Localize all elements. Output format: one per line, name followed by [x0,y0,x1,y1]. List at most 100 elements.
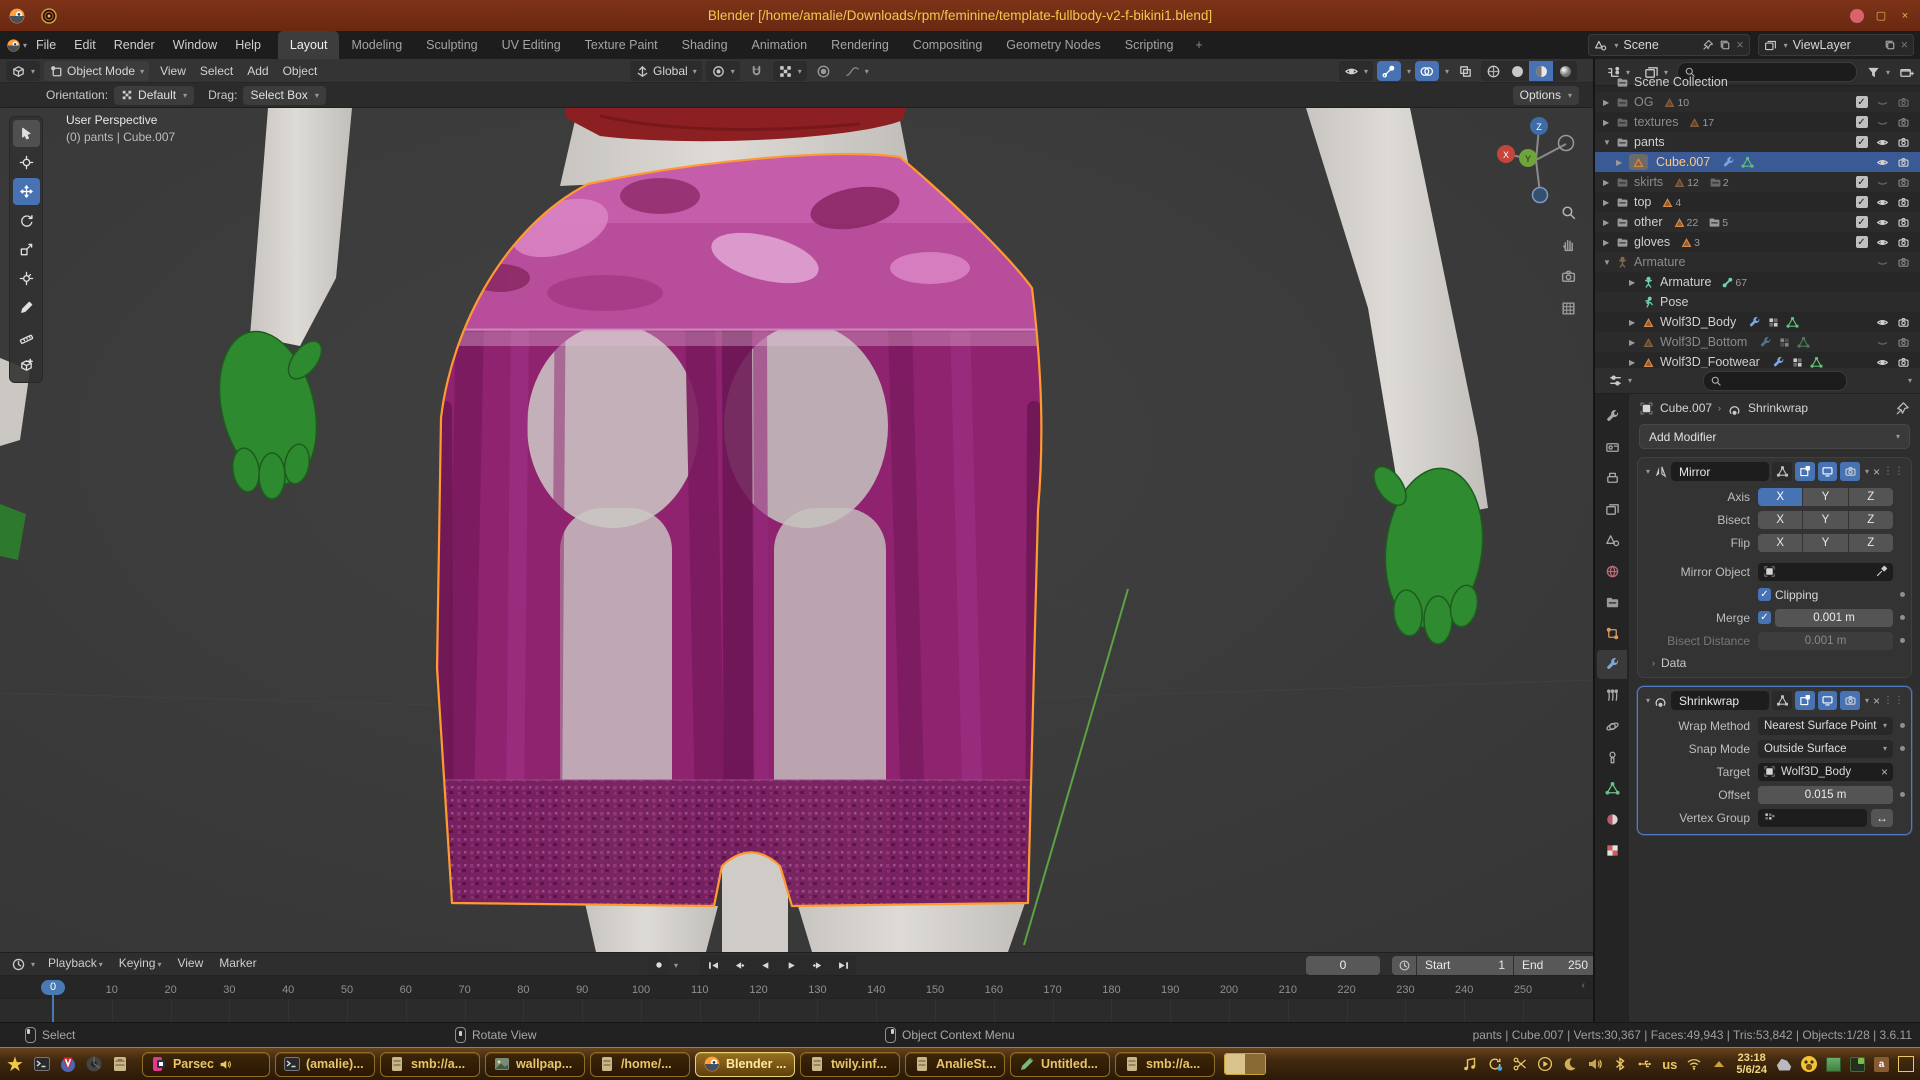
tool-measure[interactable] [13,323,40,350]
proportional-falloff-dropdown[interactable]: ▾ [840,61,874,81]
start-frame-field[interactable]: Start 1 [1417,956,1513,975]
properties-tab-particles[interactable] [1597,681,1627,710]
viewport-menu-add[interactable]: Add [240,59,275,83]
shading-rendered-button[interactable] [1553,61,1577,81]
pan-icon[interactable] [1560,236,1577,253]
frame-tick-150[interactable]: 150 [920,984,950,996]
flip-y-button[interactable]: Y [1803,534,1847,552]
tool-scale[interactable] [13,236,40,263]
prev-key-button[interactable] [726,955,752,975]
offset-field[interactable]: 0.015 m [1758,786,1893,804]
eye-icon[interactable] [1876,316,1889,329]
options-button[interactable]: Options ▾ [1513,86,1579,105]
tray-expand-icon[interactable] [1711,1056,1727,1072]
properties-tab-collection[interactable] [1597,588,1627,617]
outliner-row-pose[interactable]: Pose [1595,292,1920,312]
camera-icon[interactable] [1897,116,1910,129]
auto-key-button[interactable] [648,955,670,975]
jump-end-button[interactable] [830,955,856,975]
chevron-down-icon[interactable]: ▾ [1407,67,1411,76]
menu-render[interactable]: Render [105,31,164,59]
animate-dot-icon[interactable] [1900,746,1905,751]
camera-icon[interactable] [1897,156,1910,169]
tab-uv-editing[interactable]: UV Editing [490,31,573,59]
gizmos-toggle[interactable] [1377,61,1401,81]
camera-icon[interactable] [1897,356,1910,369]
disclosure-right-icon[interactable]: ▶ [1629,278,1642,287]
breadcrumb-modifier[interactable]: Shrinkwrap [1748,401,1808,415]
new-collection-icon[interactable] [1899,65,1914,80]
modifier-extras-icon[interactable]: ▾ [1865,467,1869,476]
frame-tick-230[interactable]: 230 [1390,984,1420,996]
axis-x-button[interactable]: X [1758,488,1802,506]
exclude-checkbox[interactable]: ✓ [1856,196,1868,208]
camera-view-icon[interactable] [1560,268,1577,285]
eye-icon[interactable] [1876,196,1889,209]
navigation-gizmo[interactable]: Z X Y [1492,110,1578,210]
frame-tick-100[interactable]: 100 [626,984,656,996]
outliner-row-armature[interactable]: ▼Armature [1595,252,1920,272]
frame-tick-200[interactable]: 200 [1214,984,1244,996]
flip-z-button[interactable]: Z [1849,534,1893,552]
tray-desktop-icon[interactable] [1898,1056,1914,1072]
tray-music-icon[interactable] [1462,1056,1478,1072]
outliner-row-gloves[interactable]: ▶gloves3✓ [1595,232,1920,252]
properties-editor-type-button[interactable]: ▾ [1603,371,1637,391]
camera-icon[interactable] [1897,136,1910,149]
new-scene-icon[interactable] [1719,39,1731,51]
jump-start-button[interactable] [700,955,726,975]
remove-view-layer-icon[interactable]: × [1901,38,1908,52]
timeline-ruler[interactable]: 0102030405060708090100110120130140150160… [0,976,1593,998]
frame-tick-10[interactable]: 10 [97,984,127,996]
eye-icon[interactable] [1876,236,1889,249]
snap-toggle[interactable] [744,61,769,81]
properties-tab-output[interactable] [1597,464,1627,493]
show-on-cage-toggle[interactable] [1772,462,1792,481]
viewport-menu-object[interactable]: Object [276,59,325,83]
camera-icon[interactable] [1897,256,1910,269]
properties-tab-constraints[interactable] [1597,743,1627,772]
target-object-field[interactable]: Wolf3D_Body × [1758,763,1893,781]
properties-tab-tool[interactable] [1597,402,1627,431]
disclosure-down-icon[interactable]: ▼ [1603,258,1616,267]
disclosure-right-icon[interactable]: ▶ [1603,238,1616,247]
frame-tick-130[interactable]: 130 [802,984,832,996]
eye-icon[interactable] [1876,216,1889,229]
tray-calculator-icon[interactable] [1826,1057,1841,1072]
frame-tick-190[interactable]: 190 [1155,984,1185,996]
properties-tab-material[interactable] [1597,805,1627,834]
frame-tick-220[interactable]: 220 [1332,984,1362,996]
menu-file[interactable]: File [27,31,65,59]
outliner-row-wolf3d-footwear[interactable]: ▶Wolf3D_Footwear [1595,352,1920,368]
breadcrumb-object[interactable]: Cube.007 [1660,401,1712,415]
show-in-render-toggle[interactable] [1840,462,1860,481]
maximize-button[interactable]: ▢ [1874,9,1888,23]
frame-tick-170[interactable]: 170 [1038,984,1068,996]
outliner-row-pants[interactable]: ▼pants✓ [1595,132,1920,152]
frame-tick-50[interactable]: 50 [332,984,362,996]
exclude-checkbox[interactable]: ✓ [1856,96,1868,108]
show-in-editmode-toggle[interactable] [1795,691,1815,710]
pin-icon[interactable] [1702,39,1714,51]
tool-annotate[interactable] [13,294,40,321]
taskbar-window-wallpap-[interactable]: wallpap... [485,1052,585,1077]
frame-tick-240[interactable]: 240 [1449,984,1479,996]
camera-icon[interactable] [1897,196,1910,209]
timeline-track[interactable] [0,998,1593,1023]
tray-scissors-icon[interactable] [1512,1056,1528,1072]
tool-add-cube[interactable] [13,352,40,379]
frame-tick-250[interactable]: 250 [1508,984,1538,996]
workspace-2[interactable] [1245,1054,1265,1074]
mirror-object-field[interactable] [1758,563,1893,581]
outliner-filter-button[interactable]: ▾ [1861,62,1895,82]
camera-icon[interactable] [1897,336,1910,349]
pivot-dropdown[interactable]: ▾ [706,61,740,81]
outliner-row-skirts[interactable]: ▶skirts122✓ [1595,172,1920,192]
launcher-red-v-app[interactable] [57,1053,79,1075]
eyeclosed-icon[interactable] [1876,336,1889,349]
snap-dropdown[interactable]: ▾ [773,61,807,81]
delete-modifier-icon[interactable]: × [1873,694,1880,708]
show-in-editmode-toggle[interactable] [1795,462,1815,481]
menu-edit[interactable]: Edit [65,31,105,59]
clock[interactable]: 23:185/6/24 [1736,1052,1767,1076]
